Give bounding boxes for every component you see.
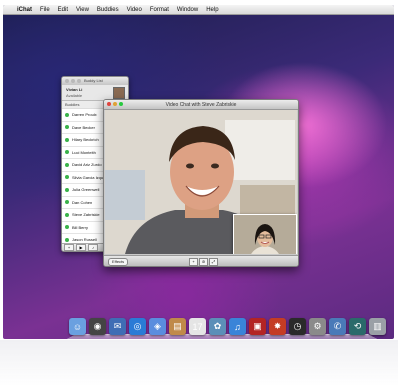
finder-icon[interactable]: ☺ — [69, 318, 86, 335]
my-avatar[interactable] — [113, 87, 125, 99]
minimize-button[interactable] — [71, 79, 75, 83]
video-chat-button[interactable]: ▶ — [76, 244, 86, 251]
buddy-list-title: Buddy List — [84, 78, 103, 83]
menu-buddies[interactable]: Buddies — [97, 7, 119, 13]
buddy-name: Luci Monteith — [72, 149, 96, 155]
menu-bar: iChat File Edit View Buddies Video Forma… — [3, 5, 394, 15]
online-status-icon — [65, 187, 69, 192]
online-status-icon — [65, 225, 69, 230]
system-icon[interactable]: ⟲ — [349, 318, 366, 335]
online-status-icon — [65, 125, 69, 130]
dashboard-icon[interactable]: ◉ — [89, 318, 106, 335]
video-chat-title: Video Chat with Steve Zabriskie — [165, 102, 237, 108]
dock: ☺ ◉ ✉ ◎ ◈ ▤ 17 ✿ ♫ ▣ ✸ ◷ ⚙ ✆ ⟲ ▥ — [61, 318, 386, 339]
mute-button[interactable]: ⊘ — [199, 258, 208, 266]
trash-icon[interactable]: ▥ — [369, 318, 386, 335]
buddy-name: David Ariz Zurdo — [72, 162, 102, 168]
video-chat-titlebar[interactable]: Video Chat with Steve Zabriskie — [104, 100, 298, 110]
menu-help[interactable]: Help — [206, 7, 218, 13]
remote-video-feed — [105, 110, 297, 254]
close-button[interactable] — [65, 79, 69, 83]
menu-ichat[interactable]: iChat — [17, 7, 32, 13]
online-status-icon — [65, 200, 69, 205]
menu-video[interactable]: Video — [127, 7, 142, 13]
my-status-menu[interactable]: Available — [66, 93, 82, 98]
photobooth-icon[interactable]: ✸ — [269, 318, 286, 335]
online-status-icon — [65, 237, 69, 242]
iphoto-icon[interactable]: ✿ — [209, 318, 226, 335]
mail-stamp-icon[interactable]: ✉ — [109, 318, 126, 335]
buddy-name: Bill Berry — [72, 224, 89, 230]
facetime-icon[interactable]: ◈ — [149, 318, 166, 335]
buddy-name: Darren Proulx — [72, 112, 97, 118]
buddy-name: Dan Cohen — [72, 199, 93, 205]
safari-icon[interactable]: ◎ — [129, 318, 146, 335]
address-book-icon[interactable]: ▤ — [169, 318, 186, 335]
buddy-name: Steve Zabriskie — [72, 212, 100, 218]
buddy-name: Hilary Beckrich — [72, 137, 99, 143]
menu-edit[interactable]: Edit — [58, 7, 68, 13]
timemachine-icon[interactable]: ◷ — [289, 318, 306, 335]
buddy-name: Dave Becker — [72, 124, 95, 130]
effects-button[interactable]: Effects — [108, 258, 129, 266]
online-status-icon — [65, 175, 69, 180]
add-buddy-button[interactable]: + — [64, 244, 74, 251]
add-participant-button[interactable]: + — [189, 258, 198, 266]
dvd-icon[interactable]: ▣ — [249, 318, 266, 335]
menu-window[interactable]: Window — [177, 7, 198, 13]
menu-format[interactable]: Format — [150, 7, 169, 13]
online-status-icon — [65, 150, 69, 155]
ical-icon[interactable]: 17 — [189, 318, 206, 335]
online-status-icon — [65, 137, 69, 142]
ichat-icon[interactable]: ✆ — [329, 318, 346, 335]
video-chat-window: Video Chat with Steve Zabriskie Effects … — [103, 99, 299, 267]
menu-view[interactable]: View — [76, 7, 89, 13]
online-status-icon — [65, 112, 69, 117]
desktop: iChat File Edit View Buddies Video Forma… — [3, 5, 394, 339]
local-video-preview[interactable] — [233, 214, 297, 254]
online-status-icon — [65, 162, 69, 167]
menu-file[interactable]: File — [40, 7, 50, 13]
buddy-name: Julia Greenwell — [72, 187, 100, 193]
buddy-list-titlebar[interactable]: Buddy List — [62, 77, 128, 85]
fullscreen-button[interactable]: ⤢ — [209, 258, 218, 266]
video-chat-toolbar: Effects + ⊘ ⤢ — [104, 255, 298, 266]
my-name: Vivian Li — [66, 87, 83, 92]
buddy-name: Jason Russell — [72, 237, 97, 243]
online-status-icon — [65, 212, 69, 217]
reflection — [0, 340, 398, 387]
itunes-icon[interactable]: ♫ — [229, 318, 246, 335]
zoom-button[interactable] — [77, 79, 81, 83]
preferences-icon[interactable]: ⚙ — [309, 318, 326, 335]
audio-chat-button[interactable]: ♪ — [88, 244, 98, 251]
local-person-image — [234, 215, 296, 254]
